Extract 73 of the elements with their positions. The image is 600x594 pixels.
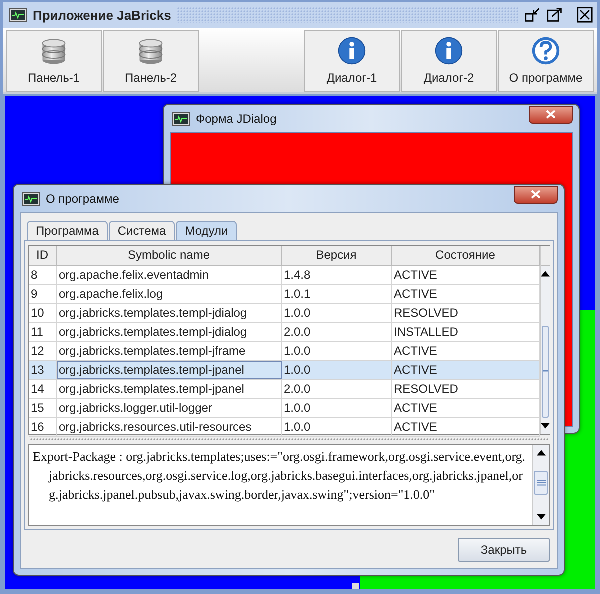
table-row[interactable]: 13 org.jabricks.templates.templ-jpanel 1.0.0 ACTIVE [29, 361, 540, 380]
scrollbar[interactable] [540, 246, 550, 434]
close-button[interactable] [577, 7, 593, 23]
table-cell: 1.0.1 [282, 285, 392, 303]
close-button[interactable] [514, 186, 558, 204]
minimize-button[interactable] [525, 7, 541, 23]
table-cell: 1.0.0 [282, 418, 392, 436]
table-cell: 11 [29, 323, 57, 341]
close-dialog-button[interactable]: Закрыть [458, 538, 550, 562]
table-cell: org.jabricks.templates.templ-jdialog [57, 323, 282, 341]
toolbar-button[interactable]: Диалог-1 [304, 30, 400, 92]
close-button[interactable] [529, 106, 573, 124]
scroll-down-icon[interactable] [536, 514, 546, 520]
scroll-down-icon[interactable] [541, 423, 550, 429]
scrollbar[interactable] [532, 445, 549, 525]
scroll-thumb-icon[interactable] [536, 480, 546, 486]
table-cell: 15 [29, 399, 57, 417]
toolbar-button[interactable]: Панель-2 [103, 30, 199, 92]
table-row[interactable]: 10 org.jabricks.templates.templ-jdialog 1.0.0 RESOLVED [29, 304, 540, 323]
column-header[interactable]: ID [29, 246, 57, 266]
table-cell: 1.0.0 [282, 399, 392, 417]
scroll-up-icon[interactable] [541, 271, 550, 277]
window-title: Приложение JaBricks [33, 8, 172, 22]
table-row[interactable]: 11 org.jabricks.templates.templ-jdialog 2.0.0 INSTALLED [29, 323, 540, 342]
monitor-icon [22, 192, 40, 206]
dialog-title: Форма JDialog [196, 112, 277, 126]
tab[interactable]: Система [108, 221, 176, 240]
table-cell: 10 [29, 304, 57, 322]
table-cell: 12 [29, 342, 57, 360]
table-corner [541, 246, 550, 266]
table-cell: org.jabricks.templates.templ-jpanel [57, 361, 282, 379]
toolbar-button[interactable]: О программе [498, 30, 594, 92]
table-cell: org.apache.felix.log [57, 285, 282, 303]
help-icon [531, 36, 561, 66]
table-cell: 13 [29, 361, 57, 379]
maximize-button[interactable] [547, 7, 563, 23]
table-cell: org.apache.felix.eventadmin [57, 266, 282, 284]
table-cell: 1.0.0 [282, 342, 392, 360]
toolbar-button[interactable]: Панель-1 [6, 30, 102, 92]
tab[interactable]: Программа [27, 221, 108, 240]
table-cell: 9 [29, 285, 57, 303]
info-icon [337, 36, 367, 66]
table-cell: 16 [29, 418, 57, 436]
table-cell: 1.0.0 [282, 361, 392, 379]
details-text-area: Export-Package : org.jabricks.templates;uses:="org.osgi.framework,org.osgi.service.event,org.jabricks.resources,org.osgi.service.log,org.jabricks.basegui.interfaces,org.jabricks.jpanel,org.jabricks.jpanel.pubsub,javax.swing.border,javax.swing";version="1.0.0" [28, 444, 550, 526]
tab[interactable]: Модули [176, 221, 238, 240]
table-cell: 2.0.0 [282, 323, 392, 341]
toolbar-button[interactable]: Диалог-2 [401, 30, 497, 92]
info-icon [434, 36, 464, 66]
close-icon [546, 110, 556, 119]
table-row[interactable]: 15 org.jabricks.logger.util-logger 1.0.0 ACTIVE [29, 399, 540, 418]
monitor-icon [9, 8, 27, 22]
table-cell: 1.0.0 [282, 304, 392, 322]
table-row[interactable]: 14 org.jabricks.templates.templ-jpanel 2.0.0 RESOLVED [29, 380, 540, 399]
scroll-thumb-icon[interactable] [543, 368, 548, 375]
table-cell: org.jabricks.templates.templ-jpanel [57, 380, 282, 398]
table-cell: org.jabricks.logger.util-logger [57, 399, 282, 417]
column-header[interactable]: Symbolic name [57, 246, 282, 266]
column-header[interactable]: Версия [282, 246, 392, 266]
monitor-icon [172, 112, 190, 126]
table-cell: 1.4.8 [282, 266, 392, 284]
table-cell: 8 [29, 266, 57, 284]
close-icon [531, 190, 541, 199]
table-cell: org.jabricks.templates.templ-jframe [57, 342, 282, 360]
table-row[interactable]: 9 org.apache.felix.log 1.0.1 ACTIVE [29, 285, 540, 304]
table-cell: 14 [29, 380, 57, 398]
table-row[interactable]: 16 org.jabricks.resources.util-resources 1.0.0 ACTIVE [29, 418, 540, 437]
table-row[interactable]: 8 org.apache.felix.eventadmin 1.4.8 ACTIVE [29, 266, 540, 285]
table-cell: 2.0.0 [282, 380, 392, 398]
scroll-up-icon[interactable] [536, 450, 546, 456]
dialog-title: О программе [46, 192, 120, 206]
table-cell: org.jabricks.resources.util-resources [57, 418, 282, 436]
table-cell: org.jabricks.templates.templ-jdialog [57, 304, 282, 322]
